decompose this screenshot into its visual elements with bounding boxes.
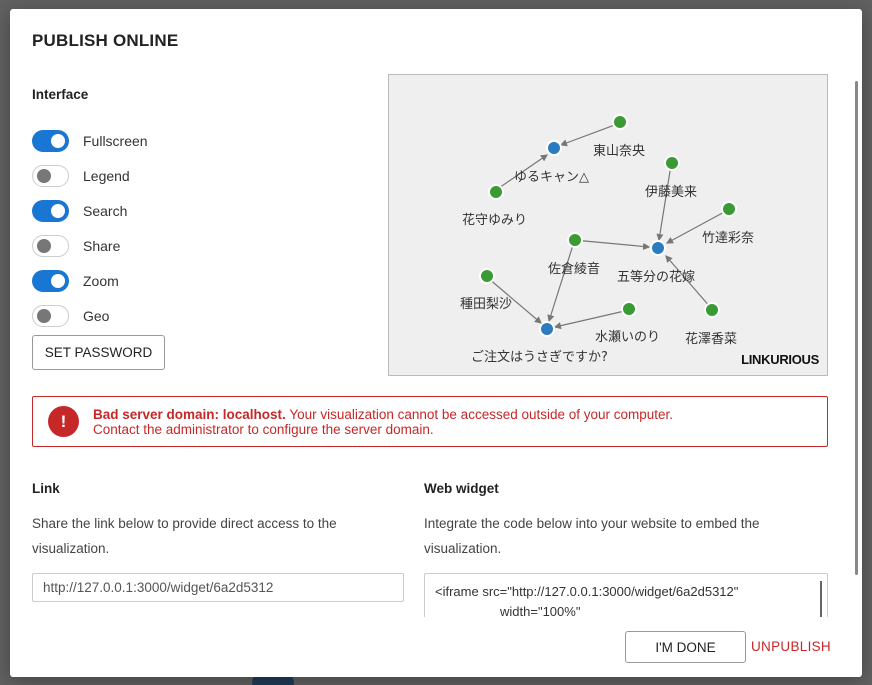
- link-url-input[interactable]: [32, 573, 404, 602]
- graph-labels: ゆるキャン△ 東山奈央 花守ゆみり 伊藤美来 竹達彩奈 五等分の花嫁 佐倉綾音 …: [460, 143, 754, 365]
- interface-label: Interface: [32, 87, 89, 102]
- node-label-n8: 種田梨沙: [460, 296, 512, 312]
- node-n3: [488, 184, 504, 200]
- widget-code-textarea[interactable]: <iframe src="http://127.0.0.1:3000/widge…: [424, 573, 828, 617]
- node-label-n1: ゆるキャン△: [514, 170, 589, 185]
- error-alert: ! Bad server domain: localhost. Your vis…: [32, 396, 828, 447]
- edge-n7-n6: [573, 239, 651, 251]
- link-description: Share the link below to provide direct a…: [32, 516, 337, 556]
- edge-n4-n6: [656, 164, 672, 242]
- fullscreen-label: Fullscreen: [83, 133, 148, 149]
- legend-label: Legend: [83, 168, 130, 184]
- alert-title: Bad server domain: localhost.: [93, 407, 286, 422]
- toggle-row-search: Search: [32, 200, 127, 222]
- node-label-n6: 五等分の花嫁: [617, 269, 695, 285]
- node-n11: [539, 321, 555, 337]
- edge-n7-n11: [547, 244, 574, 323]
- error-icon: !: [48, 406, 79, 437]
- node-label-n10: 水瀬いのり: [595, 330, 660, 345]
- publish-dialog: PUBLISH ONLINE Interface Fullscreen Lege…: [10, 9, 862, 677]
- alert-text: Bad server domain: localhost. Your visua…: [93, 407, 673, 437]
- geo-label: Geo: [83, 308, 110, 324]
- alert-message-2: Contact the administrator to configure t…: [93, 422, 434, 437]
- done-button[interactable]: I'M DONE: [625, 631, 746, 663]
- alert-message: Your visualization cannot be accessed ou…: [285, 407, 674, 422]
- code-scrollbar[interactable]: [820, 581, 822, 617]
- toggle-row-share: Share: [32, 235, 120, 257]
- node-label-n9: 花澤香菜: [685, 331, 737, 347]
- node-label-n3: 花守ゆみり: [462, 212, 527, 228]
- search-label: Search: [83, 203, 128, 219]
- node-label-n5: 竹達彩奈: [702, 231, 754, 246]
- graph-canvas: ゆるキャン△ 東山奈央 花守ゆみり 伊藤美来 竹達彩奈 五等分の花嫁 佐倉綾音 …: [460, 114, 754, 365]
- toggle-row-zoom: Zoom: [32, 270, 119, 292]
- node-label-n11: ご注文はうさぎですか?: [471, 349, 608, 365]
- legend-toggle[interactable]: [32, 165, 69, 187]
- node-n6: [650, 240, 666, 256]
- edge-n2-n1: [559, 122, 621, 147]
- zoom-toggle[interactable]: [32, 270, 69, 292]
- widget-label: Web widget: [424, 481, 499, 496]
- unpublish-button[interactable]: UNPUBLISH: [751, 631, 831, 663]
- dialog-title: PUBLISH ONLINE: [32, 31, 179, 50]
- zoom-label: Zoom: [83, 273, 119, 289]
- content-scrollbar[interactable]: [855, 81, 858, 575]
- node-label-n7: 佐倉綾音: [548, 261, 600, 277]
- node-label-n2: 東山奈央: [593, 143, 645, 159]
- share-label: Share: [83, 238, 121, 254]
- edge-n10-n11: [553, 309, 630, 330]
- node-n10: [621, 301, 637, 317]
- node-n9: [704, 302, 720, 318]
- graph-preview[interactable]: ゆるキャン△ 東山奈央 花守ゆみり 伊藤美来 竹達彩奈 五等分の花嫁 佐倉綾音 …: [388, 74, 828, 376]
- widget-description: Integrate the code below into your websi…: [424, 516, 760, 556]
- toggle-row-fullscreen: Fullscreen: [32, 130, 148, 152]
- toggle-row-geo: Geo: [32, 305, 109, 327]
- node-n2: [612, 114, 628, 130]
- node-n1: [546, 140, 562, 156]
- link-label: Link: [32, 481, 60, 496]
- node-n4: [664, 155, 680, 171]
- search-toggle[interactable]: [32, 200, 69, 222]
- node-n5: [721, 201, 737, 217]
- node-n7: [567, 232, 583, 248]
- toggle-row-legend: Legend: [32, 165, 130, 187]
- node-label-n4: 伊藤美来: [645, 185, 697, 200]
- set-password-button[interactable]: SET PASSWORD: [32, 335, 165, 370]
- linkurious-logo: LINKURIOUS: [741, 352, 819, 367]
- share-toggle[interactable]: [32, 235, 69, 257]
- node-n8: [479, 268, 495, 284]
- fullscreen-toggle[interactable]: [32, 130, 69, 152]
- dialog-content: Interface Fullscreen Legend Search Share…: [10, 69, 850, 617]
- geo-toggle[interactable]: [32, 305, 69, 327]
